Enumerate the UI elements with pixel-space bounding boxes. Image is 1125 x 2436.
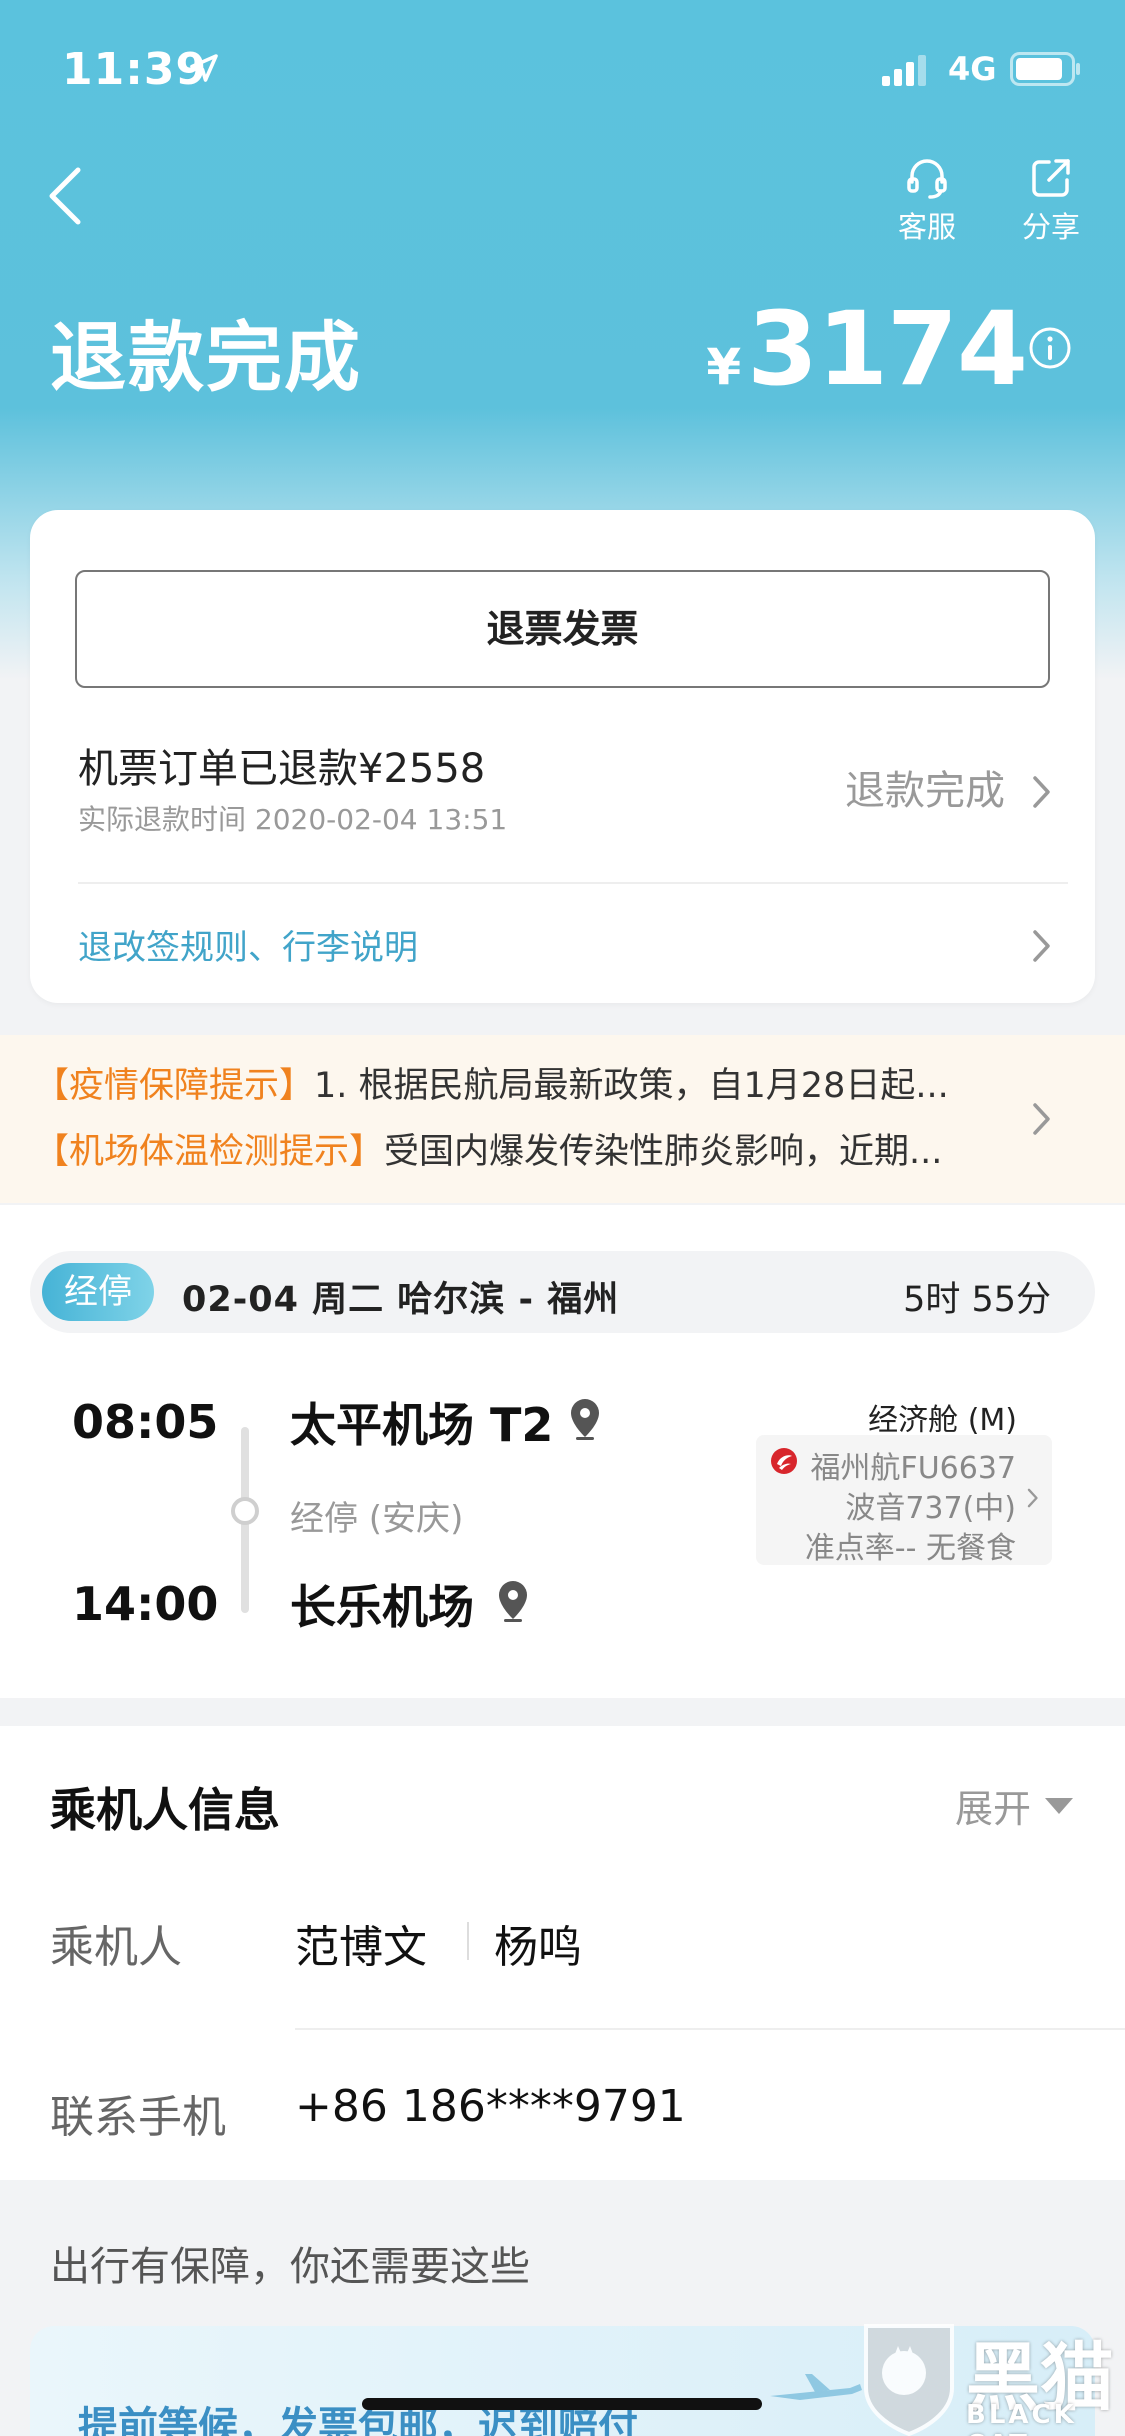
passenger-name: 杨鸣 <box>494 1922 582 1973</box>
headset-icon <box>907 159 947 199</box>
chevron-right-icon <box>1027 1488 1038 1508</box>
back-button[interactable] <box>38 160 98 232</box>
notice-tag: 【疫情保障提示】 <box>34 1066 315 1106</box>
chevron-right-icon <box>1033 1103 1050 1135</box>
flight-section: 经停 02-04 周二 哈尔滨 - 福州 5时 55分 08:05 14:00 … <box>0 1205 1125 1698</box>
refund-amount-text: 机票订单已退款¥2558 <box>78 746 486 792</box>
refund-card: 退票发票 机票订单已退款¥2558 实际退款时间 2020-02-04 13:5… <box>30 510 1095 1003</box>
contact-phone: +86 186****9791 <box>295 2081 686 2132</box>
flight-duration: 5时 55分 <box>903 1280 1051 1320</box>
route-summary: 经停 02-04 周二 哈尔滨 - 福州 5时 55分 <box>30 1251 1095 1333</box>
stopover-city: 经停 (安庆) <box>290 1499 464 1539</box>
arrival-airport[interactable]: 长乐机场 <box>290 1571 474 1637</box>
watermark-text-en: BLACK CAT <box>966 2400 1077 2436</box>
arrival-time: 14:00 <box>72 1577 219 1631</box>
customer-service-label: 客服 <box>897 210 956 244</box>
map-pin-icon[interactable] <box>496 1579 530 1623</box>
departure-airport[interactable]: 太平机场 T2 <box>290 1389 553 1455</box>
notice-temperature: 【机场体温检测提示】受国内爆发传染性肺炎影响，近期... <box>34 1123 1014 1174</box>
expand-label: 展开 <box>954 1787 1031 1831</box>
refund-status-link[interactable]: 退款完成 <box>845 758 1005 816</box>
battery-icon <box>1010 52 1080 86</box>
cellular-signal-icon <box>882 55 926 86</box>
customer-service-button[interactable]: 客服 <box>882 154 972 246</box>
refund-time-text: 实际退款时间 2020-02-04 13:51 <box>78 803 508 836</box>
passenger-name: 范博文 <box>295 1922 427 1973</box>
notice-text: 1. 根据民航局最新政策，自1月28日起... <box>314 1066 949 1106</box>
currency-symbol: ¥ <box>706 338 742 396</box>
notice-text: 受国内爆发传染性肺炎影响，近期... <box>384 1132 943 1172</box>
expand-button[interactable]: 展开 <box>955 1778 1073 1833</box>
share-icon <box>1032 159 1070 197</box>
departure-time: 08:05 <box>72 1395 219 1449</box>
map-pin-icon[interactable] <box>568 1397 602 1441</box>
airline-flight-number: 福州航FU6637 <box>810 1451 1016 1486</box>
divider <box>467 1922 469 1960</box>
stopover-badge: 经停 <box>42 1263 154 1321</box>
aircraft-type: 波音737(中) <box>845 1491 1016 1526</box>
rules-baggage-link[interactable]: 退改签规则、行李说明 <box>78 920 418 969</box>
page-title: 退款完成 <box>50 313 362 402</box>
caret-down-icon <box>1045 1797 1073 1814</box>
price-info-icon[interactable] <box>1028 326 1072 370</box>
divider <box>295 2028 1125 2030</box>
airline-logo-icon <box>771 1448 797 1474</box>
extras-title: 出行有保障，你还需要这些 <box>50 2244 530 2290</box>
notice-epidemic: 【疫情保障提示】1. 根据民航局最新政策，自1月28日起... <box>34 1057 1014 1108</box>
home-indicator[interactable] <box>362 2398 762 2410</box>
chevron-right-icon <box>1033 776 1050 808</box>
status-bar: 11:39 4G <box>0 0 1125 130</box>
flight-info-box[interactable]: 福州航FU6637 波音737(中) 准点率-- 无餐食 <box>756 1435 1052 1566</box>
route-date-cities: 02-04 周二 哈尔滨 - 福州 <box>182 1280 620 1320</box>
share-button[interactable]: 分享 <box>1006 154 1096 246</box>
location-arrow-icon <box>190 54 218 82</box>
cabin-class: 经济舱 (M) <box>868 1403 1017 1438</box>
refund-invoice-button[interactable]: 退票发票 <box>75 570 1050 688</box>
phone-label: 联系手机 <box>50 2092 226 2143</box>
share-label: 分享 <box>1021 210 1080 244</box>
timeline-stop-dot <box>231 1497 259 1525</box>
price-amount: 3174 <box>747 290 1028 409</box>
chevron-right-icon <box>1033 930 1050 962</box>
section-title: 乘机人信息 <box>50 1783 280 1837</box>
punctuality-meal: 准点率-- 无餐食 <box>804 1531 1016 1566</box>
network-type: 4G <box>948 50 997 88</box>
travel-notice-banner[interactable]: 【疫情保障提示】1. 根据民航局最新政策，自1月28日起... 【机场体温检测提… <box>0 1035 1125 1203</box>
divider <box>78 882 1068 884</box>
notice-tag: 【机场体温检测提示】 <box>34 1132 385 1172</box>
passenger-label: 乘机人 <box>50 1922 182 1973</box>
total-price: ¥ 3174 <box>706 290 1028 409</box>
passenger-info-section: 乘机人信息 展开 乘机人 范博文 杨鸣 联系手机 +86 186****9791 <box>0 1726 1125 2180</box>
